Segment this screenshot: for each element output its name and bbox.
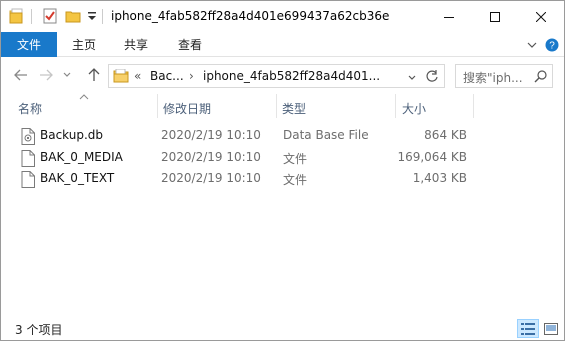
tab-share[interactable]: 共享: [124, 32, 148, 57]
ribbon-tabs: 文件 主页 共享 查看 ?: [1, 32, 564, 57]
file-name: BAK_0_MEDIA: [40, 150, 123, 164]
back-button[interactable]: [12, 66, 30, 84]
column-divider[interactable]: [276, 94, 277, 118]
file-type: Data Base File: [283, 128, 369, 142]
customize-quick-access-icon[interactable]: [86, 9, 102, 25]
search-input[interactable]: 搜索"iph...: [463, 69, 523, 86]
column-divider[interactable]: [473, 94, 474, 118]
file-date: 2020/2/19 10:10: [161, 171, 261, 185]
file-size: 1,403 KB: [412, 171, 467, 185]
details-view-button[interactable]: [517, 319, 539, 338]
recent-locations-button[interactable]: [61, 66, 73, 84]
search-icon[interactable]: [534, 69, 548, 86]
file-explorer-window: iphone_4fab582ff28a4d401e699437a62cb36e …: [0, 0, 565, 341]
svg-text:?: ?: [549, 41, 555, 52]
column-header-date[interactable]: 修改日期: [163, 100, 211, 117]
file-name: Backup.db: [40, 128, 104, 142]
close-button[interactable]: [518, 1, 564, 32]
address-overflow[interactable]: «: [134, 69, 141, 83]
file-date: 2020/2/19 10:10: [161, 150, 261, 164]
search-box[interactable]: 搜索"iph...: [455, 64, 553, 88]
database-file-icon: [21, 128, 35, 145]
file-row[interactable]: BAK_0_MEDIA 2020/2/19 10:10 文件 169,064 K…: [13, 148, 473, 169]
expand-ribbon-icon[interactable]: [525, 38, 539, 52]
file-row[interactable]: Backup.db 2020/2/19 10:10 Data Base File…: [13, 126, 473, 147]
up-button[interactable]: [85, 66, 103, 84]
minimize-button[interactable]: [426, 1, 472, 32]
refresh-icon[interactable]: [425, 69, 439, 86]
app-folder-icon: [9, 8, 25, 24]
tab-view[interactable]: 查看: [178, 32, 202, 57]
column-divider[interactable]: [395, 94, 396, 118]
file-icon: [21, 171, 35, 188]
file-type: 文件: [283, 152, 308, 166]
column-divider[interactable]: [157, 94, 158, 118]
separator: [102, 9, 103, 24]
status-bar: 3 个项目: [1, 317, 564, 340]
file-name: BAK_0_TEXT: [40, 171, 115, 185]
address-segment-backup[interactable]: Bac...: [150, 69, 184, 83]
address-segment-current[interactable]: iphone_4fab582ff28a4d401...: [203, 69, 380, 83]
address-bar[interactable]: « Bac... › iphone_4fab582ff28a4d401...: [108, 64, 445, 88]
window-title: iphone_4fab582ff28a4d401e699437a62cb36e: [111, 9, 390, 23]
title-bar: iphone_4fab582ff28a4d401e699437a62cb36e: [1, 1, 564, 32]
item-count: 3 个项目: [15, 323, 63, 337]
maximize-button[interactable]: [472, 1, 518, 32]
separator: [31, 9, 32, 24]
sort-ascending-icon: [79, 90, 89, 104]
column-header-size[interactable]: 大小: [402, 100, 426, 117]
folder-icon: [113, 68, 129, 83]
forward-button[interactable]: [37, 66, 55, 84]
tab-home[interactable]: 主页: [72, 32, 96, 57]
file-row[interactable]: BAK_0_TEXT 2020/2/19 10:10 文件 1,403 KB: [13, 169, 473, 190]
file-size: 169,064 KB: [397, 150, 467, 164]
file-icon: [21, 150, 35, 167]
navigation-bar: « Bac... › iphone_4fab582ff28a4d401... 搜…: [1, 58, 564, 94]
new-folder-icon[interactable]: [65, 8, 81, 24]
tab-file[interactable]: 文件: [1, 32, 57, 57]
help-icon[interactable]: ?: [545, 38, 559, 52]
column-headers: 名称 修改日期 类型 大小: [1, 94, 564, 118]
breadcrumb-separator-icon[interactable]: ›: [189, 69, 194, 83]
column-header-type[interactable]: 类型: [282, 100, 306, 117]
properties-icon[interactable]: [42, 8, 58, 24]
column-header-name[interactable]: 名称: [18, 100, 42, 117]
address-dropdown-icon[interactable]: [407, 72, 417, 86]
file-date: 2020/2/19 10:10: [161, 128, 261, 142]
file-size: 864 KB: [424, 128, 467, 142]
file-type: 文件: [283, 173, 308, 187]
large-icons-view-button[interactable]: [540, 319, 562, 338]
